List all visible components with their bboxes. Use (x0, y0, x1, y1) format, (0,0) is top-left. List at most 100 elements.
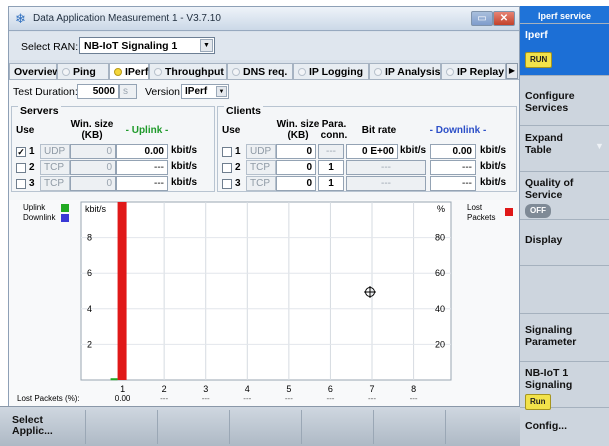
expand-table-label: Expand Table (525, 132, 563, 156)
config-softkey[interactable]: Config... (520, 408, 609, 446)
version-select[interactable]: IPerf ▼ (181, 84, 229, 99)
clients-win-header: Win. size (KB) (276, 119, 320, 141)
test-duration-input[interactable]: 5000 (77, 84, 119, 99)
server-2-checkbox[interactable] (16, 163, 26, 173)
lost-packets-row-label: Lost Packets (%): (17, 394, 80, 403)
client-2-bitrate[interactable]: --- (346, 160, 426, 175)
server-3-unit: kbit/s (171, 177, 198, 188)
tab-dns-req[interactable]: DNS req. (227, 63, 293, 79)
client-1-para-conn[interactable]: --- (318, 144, 344, 159)
client-3-para-conn[interactable]: 1 (318, 176, 344, 191)
server-2-protocol[interactable]: TCP (40, 160, 70, 175)
servers-use-header: Use (16, 125, 35, 136)
x-tick-label: 8 (411, 384, 416, 394)
close-button[interactable]: ✕ (493, 11, 515, 26)
tab-status-icon (114, 68, 122, 76)
tab-iperf[interactable]: IPerf (109, 63, 149, 79)
bottom-softkey-5[interactable] (302, 410, 374, 444)
clients-group: Clients Use Win. size (KB) Para. conn. B… (217, 105, 517, 192)
window-title: Data Application Measurement 1 - V3.7.10 (33, 13, 221, 24)
downlink-header: - Downlink - (429, 125, 487, 136)
client-1-unit: kbit/s (480, 145, 507, 156)
client-3-downlink-rate: --- (430, 176, 476, 191)
server-1-win-size[interactable]: 0 (70, 144, 116, 159)
client-2-unit: kbit/s (480, 161, 507, 172)
client-3-bitrate[interactable]: --- (346, 176, 426, 191)
expand-table-softkey[interactable]: Expand Table ▼ (520, 126, 609, 172)
server-1-checkbox[interactable]: ✓ (16, 147, 26, 157)
server-3-win-size[interactable]: 0 (70, 176, 116, 191)
client-3-win-size[interactable]: 0 (276, 176, 316, 191)
bottom-softkey-6[interactable] (374, 410, 446, 444)
y-right-tick-label: 60 (435, 268, 445, 278)
tab-status-icon (298, 68, 306, 76)
y-left-axis-label: kbit/s (85, 204, 107, 214)
client-3-unit: kbit/s (480, 177, 507, 188)
client-2-checkbox[interactable] (222, 163, 232, 173)
client-3-protocol[interactable]: TCP (246, 176, 276, 191)
tab-scroll-right-icon[interactable]: ▶ (506, 63, 518, 79)
tab-status-icon (62, 68, 70, 76)
tab-status-icon (374, 68, 382, 76)
qos-label: Quality of Service (525, 177, 574, 201)
server-3-checkbox[interactable] (16, 179, 26, 189)
tab-bar: Overview Ping IPerf Throughput DNS req. … (9, 63, 519, 79)
server-1-protocol[interactable]: UDP (40, 144, 70, 159)
tab-status-icon (232, 68, 240, 76)
ran-select-value: NB-IoT Signaling 1 (84, 40, 178, 52)
client-2-number: 2 (235, 162, 241, 173)
client-3-number: 3 (235, 178, 241, 189)
y-right-tick-label: 40 (435, 304, 445, 314)
ran-label: Select RAN: (21, 41, 79, 53)
y-left-tick-label: 2 (87, 339, 92, 349)
x-tick-label: 5 (286, 384, 291, 394)
server-3-protocol[interactable]: TCP (40, 176, 70, 191)
test-duration-label: Test Duration: (13, 86, 78, 98)
minimize-button[interactable]: ▭ (471, 11, 493, 26)
lost-packets-value: --- (409, 394, 418, 403)
display-softkey[interactable]: Display (520, 220, 609, 266)
y-left-tick-label: 8 (87, 233, 92, 243)
configure-services-softkey[interactable]: Configure Services (520, 76, 609, 126)
tab-status-icon (446, 68, 454, 76)
client-1-bitrate[interactable]: 0 E+00 (346, 144, 398, 159)
x-tick-label: 4 (245, 384, 250, 394)
nb-iot-signaling-softkey[interactable]: NB-IoT 1 Signaling Run (520, 362, 609, 410)
client-1-checkbox[interactable] (222, 147, 232, 157)
client-2-para-conn[interactable]: 1 (318, 160, 344, 175)
softkey-panel-title: Iperf service (520, 6, 609, 24)
tab-throughput[interactable]: Throughput (149, 63, 227, 79)
chart-area: Uplink Downlink Lost Packets 12345678246… (9, 200, 519, 406)
client-1-win-size[interactable]: 0 (276, 144, 316, 159)
chevron-down-icon[interactable]: ▼ (200, 39, 213, 52)
x-tick-label: 7 (370, 384, 375, 394)
tab-ip-logging[interactable]: IP Logging (293, 63, 369, 79)
client-1-protocol[interactable]: UDP (246, 144, 276, 159)
client-2-protocol[interactable]: TCP (246, 160, 276, 175)
iperf-panel: Test Duration: 5000 s Version IPerf ▼ Se… (9, 79, 519, 406)
tab-ping[interactable]: Ping (57, 63, 109, 79)
chevron-down-icon: ▼ (595, 141, 604, 151)
server-1-uplink-rate: 0.00 (116, 144, 168, 159)
ran-select[interactable]: NB-IoT Signaling 1 ▼ (79, 37, 215, 54)
select-application-button[interactable]: Select Applic... (6, 410, 86, 444)
client-1-downlink-rate: 0.00 (430, 144, 476, 159)
quality-of-service-softkey[interactable]: Quality of Service OFF (520, 172, 609, 220)
client-2-win-size[interactable]: 0 (276, 160, 316, 175)
bottom-softkey-bar: Select Applic... (0, 406, 520, 446)
empty-softkey[interactable] (520, 266, 609, 314)
signaling-parameter-softkey[interactable]: Signaling Parameter (520, 314, 609, 362)
server-2-win-size[interactable]: 0 (70, 160, 116, 175)
chevron-down-icon[interactable]: ▼ (216, 86, 227, 97)
server-3-uplink-rate: --- (116, 176, 168, 191)
bottom-softkey-3[interactable] (158, 410, 230, 444)
tab-ip-analysis[interactable]: IP Analysis/Security (369, 63, 441, 79)
iperf-softkey[interactable]: Iperf RUN (520, 24, 609, 76)
client-3-checkbox[interactable] (222, 179, 232, 189)
bottom-softkey-7[interactable] (446, 410, 520, 444)
bottom-softkey-4[interactable] (230, 410, 302, 444)
bitrate-header: Bit rate (361, 125, 397, 136)
tab-ip-replay[interactable]: IP Replay (441, 63, 506, 79)
bottom-softkey-2[interactable] (86, 410, 158, 444)
tab-overview[interactable]: Overview (9, 63, 61, 79)
